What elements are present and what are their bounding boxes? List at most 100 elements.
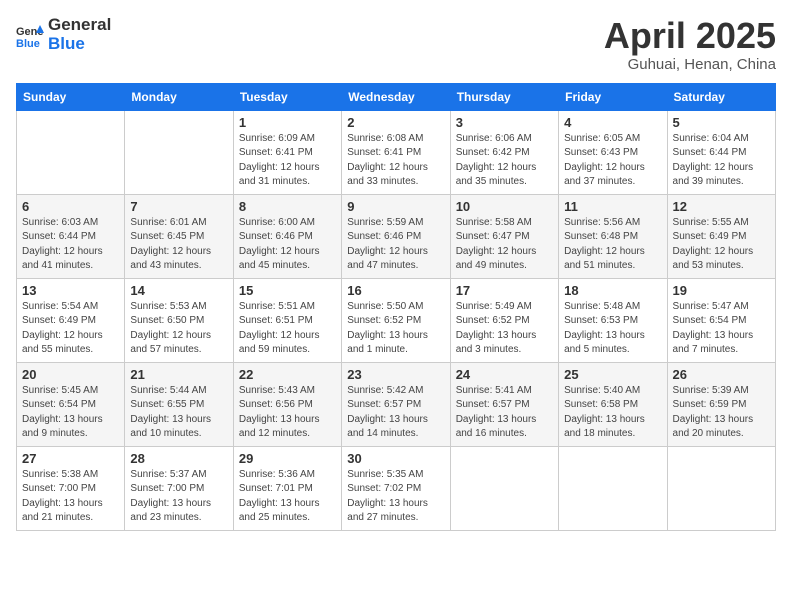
day-info: Sunrise: 5:56 AM Sunset: 6:48 PM Dayligh… bbox=[564, 216, 661, 274]
svg-text:Blue: Blue bbox=[16, 38, 40, 49]
weekday-header-thursday: Thursday bbox=[450, 83, 558, 110]
calendar-cell: 21 Sunrise: 5:44 AM Sunset: 6:55 PM Dayli… bbox=[125, 362, 233, 446]
day-number: 4 bbox=[564, 115, 661, 130]
day-number: 22 bbox=[239, 367, 336, 382]
day-number: 10 bbox=[456, 199, 553, 214]
day-info: Sunrise: 5:41 AM Sunset: 6:57 PM Dayligh… bbox=[456, 384, 553, 442]
calendar-week-1: 1 Sunrise: 6:09 AM Sunset: 6:41 PM Daylig… bbox=[17, 110, 776, 194]
day-number: 12 bbox=[673, 199, 770, 214]
day-number: 16 bbox=[347, 283, 444, 298]
day-info: Sunrise: 6:01 AM Sunset: 6:45 PM Dayligh… bbox=[130, 216, 227, 274]
calendar-cell: 4 Sunrise: 6:05 AM Sunset: 6:43 PM Daylig… bbox=[559, 110, 667, 194]
day-info: Sunrise: 5:42 AM Sunset: 6:57 PM Dayligh… bbox=[347, 384, 444, 442]
calendar-cell bbox=[667, 446, 775, 530]
calendar-week-2: 6Sunrise: 6:03 AM Sunset: 6:44 PM Daylig… bbox=[17, 194, 776, 278]
calendar-cell: 30 Sunrise: 5:35 AM Sunset: 7:02 PM Dayli… bbox=[342, 446, 450, 530]
day-number: 3 bbox=[456, 115, 553, 130]
calendar-cell: 8 Sunrise: 6:00 AM Sunset: 6:46 PM Daylig… bbox=[233, 194, 341, 278]
weekday-header-wednesday: Wednesday bbox=[342, 83, 450, 110]
day-number: 11 bbox=[564, 199, 661, 214]
calendar-cell: 6Sunrise: 6:03 AM Sunset: 6:44 PM Daylig… bbox=[17, 194, 125, 278]
calendar-title: April 2025 bbox=[604, 16, 776, 56]
day-number: 26 bbox=[673, 367, 770, 382]
calendar-cell: 15 Sunrise: 5:51 AM Sunset: 6:51 PM Dayli… bbox=[233, 278, 341, 362]
day-info: Sunrise: 5:49 AM Sunset: 6:52 PM Dayligh… bbox=[456, 300, 553, 358]
day-number: 1 bbox=[239, 115, 336, 130]
day-info: Sunrise: 5:44 AM Sunset: 6:55 PM Dayligh… bbox=[130, 384, 227, 442]
calendar-cell: 27Sunrise: 5:38 AM Sunset: 7:00 PM Dayli… bbox=[17, 446, 125, 530]
day-number: 18 bbox=[564, 283, 661, 298]
day-info: Sunrise: 6:05 AM Sunset: 6:43 PM Dayligh… bbox=[564, 132, 661, 190]
page-header: General Blue General Blue April 2025 Guh… bbox=[16, 16, 776, 73]
logo-blue-text: Blue bbox=[48, 35, 111, 54]
day-number: 14 bbox=[130, 283, 227, 298]
day-info: Sunrise: 5:48 AM Sunset: 6:53 PM Dayligh… bbox=[564, 300, 661, 358]
logo-general-text: General bbox=[48, 16, 111, 35]
day-number: 28 bbox=[130, 451, 227, 466]
day-number: 20 bbox=[22, 367, 119, 382]
day-number: 5 bbox=[673, 115, 770, 130]
calendar-cell: 28 Sunrise: 5:37 AM Sunset: 7:00 PM Dayli… bbox=[125, 446, 233, 530]
calendar-table: SundayMondayTuesdayWednesdayThursdayFrid… bbox=[16, 83, 776, 531]
calendar-cell: 13 Sunrise: 5:54 AM Sunset: 6:49 PM Dayli… bbox=[17, 278, 125, 362]
title-area: April 2025 Guhuai, Henan, China bbox=[604, 16, 776, 73]
day-info: Sunrise: 5:40 AM Sunset: 6:58 PM Dayligh… bbox=[564, 384, 661, 442]
day-info: Sunrise: 5:43 AM Sunset: 6:56 PM Dayligh… bbox=[239, 384, 336, 442]
calendar-cell bbox=[450, 446, 558, 530]
calendar-cell: 12 Sunrise: 5:55 AM Sunset: 6:49 PM Dayli… bbox=[667, 194, 775, 278]
day-info: Sunrise: 5:37 AM Sunset: 7:00 PM Dayligh… bbox=[130, 468, 227, 526]
calendar-cell: 18 Sunrise: 5:48 AM Sunset: 6:53 PM Dayli… bbox=[559, 278, 667, 362]
calendar-cell bbox=[125, 110, 233, 194]
calendar-cell bbox=[17, 110, 125, 194]
day-number: 8 bbox=[239, 199, 336, 214]
logo-icon: General Blue bbox=[16, 21, 44, 49]
weekday-header-tuesday: Tuesday bbox=[233, 83, 341, 110]
day-number: 15 bbox=[239, 283, 336, 298]
calendar-cell: 16Sunrise: 5:50 AM Sunset: 6:52 PM Dayli… bbox=[342, 278, 450, 362]
calendar-cell: 22 Sunrise: 5:43 AM Sunset: 6:56 PM Dayli… bbox=[233, 362, 341, 446]
day-info: Sunrise: 6:09 AM Sunset: 6:41 PM Dayligh… bbox=[239, 132, 336, 190]
day-number: 13 bbox=[22, 283, 119, 298]
weekday-header-sunday: Sunday bbox=[17, 83, 125, 110]
calendar-cell: 17 Sunrise: 5:49 AM Sunset: 6:52 PM Dayli… bbox=[450, 278, 558, 362]
day-info: Sunrise: 5:47 AM Sunset: 6:54 PM Dayligh… bbox=[673, 300, 770, 358]
weekday-header-friday: Friday bbox=[559, 83, 667, 110]
day-info: Sunrise: 5:45 AM Sunset: 6:54 PM Dayligh… bbox=[22, 384, 119, 442]
day-info: Sunrise: 5:38 AM Sunset: 7:00 PM Dayligh… bbox=[22, 468, 119, 526]
calendar-cell: 1 Sunrise: 6:09 AM Sunset: 6:41 PM Daylig… bbox=[233, 110, 341, 194]
day-number: 30 bbox=[347, 451, 444, 466]
day-number: 19 bbox=[673, 283, 770, 298]
day-info: Sunrise: 6:00 AM Sunset: 6:46 PM Dayligh… bbox=[239, 216, 336, 274]
day-number: 2 bbox=[347, 115, 444, 130]
calendar-cell: 20 Sunrise: 5:45 AM Sunset: 6:54 PM Dayli… bbox=[17, 362, 125, 446]
day-info: Sunrise: 5:35 AM Sunset: 7:02 PM Dayligh… bbox=[347, 468, 444, 526]
calendar-cell: 2Sunrise: 6:08 AM Sunset: 6:41 PM Daylig… bbox=[342, 110, 450, 194]
day-number: 24 bbox=[456, 367, 553, 382]
day-number: 7 bbox=[130, 199, 227, 214]
day-number: 29 bbox=[239, 451, 336, 466]
calendar-cell: 9Sunrise: 5:59 AM Sunset: 6:46 PM Daylig… bbox=[342, 194, 450, 278]
calendar-cell: 19 Sunrise: 5:47 AM Sunset: 6:54 PM Dayli… bbox=[667, 278, 775, 362]
calendar-subtitle: Guhuai, Henan, China bbox=[604, 56, 776, 73]
day-number: 17 bbox=[456, 283, 553, 298]
calendar-cell: 26Sunrise: 5:39 AM Sunset: 6:59 PM Dayli… bbox=[667, 362, 775, 446]
weekday-header-monday: Monday bbox=[125, 83, 233, 110]
calendar-cell: 23Sunrise: 5:42 AM Sunset: 6:57 PM Dayli… bbox=[342, 362, 450, 446]
weekday-header-saturday: Saturday bbox=[667, 83, 775, 110]
calendar-cell: 14Sunrise: 5:53 AM Sunset: 6:50 PM Dayli… bbox=[125, 278, 233, 362]
calendar-cell: 29 Sunrise: 5:36 AM Sunset: 7:01 PM Dayli… bbox=[233, 446, 341, 530]
calendar-cell: 5 Sunrise: 6:04 AM Sunset: 6:44 PM Daylig… bbox=[667, 110, 775, 194]
calendar-week-4: 20 Sunrise: 5:45 AM Sunset: 6:54 PM Dayli… bbox=[17, 362, 776, 446]
day-info: Sunrise: 5:51 AM Sunset: 6:51 PM Dayligh… bbox=[239, 300, 336, 358]
day-number: 6 bbox=[22, 199, 119, 214]
day-info: Sunrise: 6:04 AM Sunset: 6:44 PM Dayligh… bbox=[673, 132, 770, 190]
day-info: Sunrise: 6:06 AM Sunset: 6:42 PM Dayligh… bbox=[456, 132, 553, 190]
calendar-cell bbox=[559, 446, 667, 530]
day-info: Sunrise: 5:54 AM Sunset: 6:49 PM Dayligh… bbox=[22, 300, 119, 358]
calendar-cell: 11 Sunrise: 5:56 AM Sunset: 6:48 PM Dayli… bbox=[559, 194, 667, 278]
calendar-cell: 3 Sunrise: 6:06 AM Sunset: 6:42 PM Daylig… bbox=[450, 110, 558, 194]
calendar-cell: 25Sunrise: 5:40 AM Sunset: 6:58 PM Dayli… bbox=[559, 362, 667, 446]
day-number: 21 bbox=[130, 367, 227, 382]
day-info: Sunrise: 5:36 AM Sunset: 7:01 PM Dayligh… bbox=[239, 468, 336, 526]
day-info: Sunrise: 5:55 AM Sunset: 6:49 PM Dayligh… bbox=[673, 216, 770, 274]
